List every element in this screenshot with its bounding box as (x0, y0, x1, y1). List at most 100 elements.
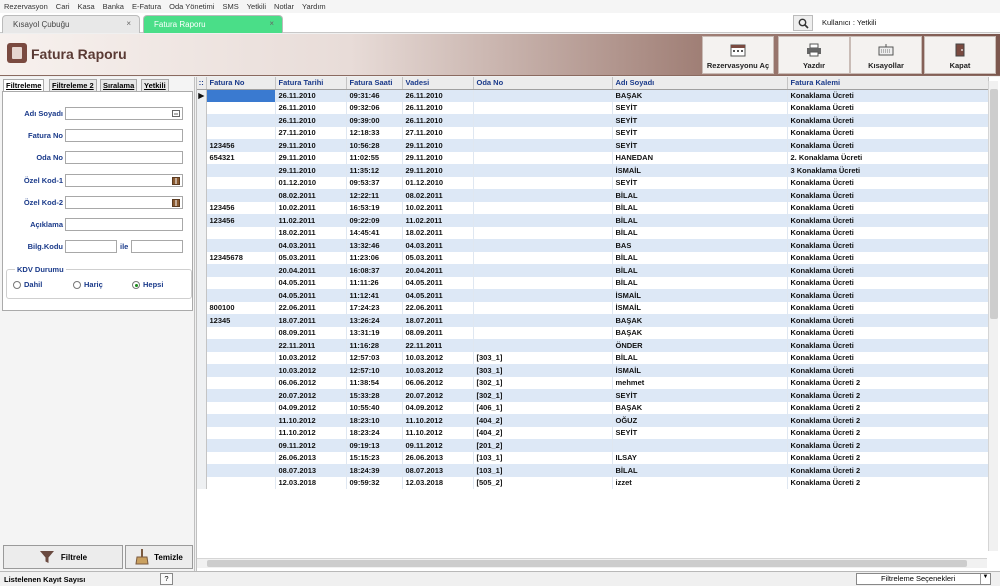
row-indicator[interactable] (197, 264, 207, 277)
table-cell[interactable]: 123456 (206, 139, 276, 152)
tab-siralama[interactable]: Sıralama (100, 79, 138, 91)
table-row[interactable]: 10.03.2012 12:57:03 10.03.2012 [303_1] BİLAL… (197, 351, 989, 364)
kdv-haric-radio[interactable]: Hariç (73, 280, 103, 289)
ozel-kod-1-field[interactable] (65, 174, 183, 187)
table-cell[interactable]: 08.02.2011 (275, 189, 347, 202)
table-cell[interactable]: Konaklama Ücreti (787, 176, 989, 189)
table-cell[interactable]: 26.11.2010 (402, 101, 474, 114)
table-cell[interactable]: 29.11.2010 (275, 164, 347, 177)
table-cell[interactable]: 12345 (206, 314, 276, 327)
table-cell[interactable]: BİLAL (612, 214, 788, 227)
table-cell[interactable] (473, 226, 613, 239)
table-cell[interactable] (473, 126, 613, 139)
table-cell[interactable]: 12:22:11 (346, 189, 403, 202)
table-cell[interactable]: 15:15:23 (346, 451, 403, 464)
table-cell[interactable]: 18:23:24 (346, 426, 403, 439)
table-cell[interactable] (206, 401, 276, 414)
fatura-no-field[interactable] (65, 129, 183, 142)
table-cell[interactable]: 06.06.2012 (402, 376, 474, 389)
table-row[interactable]: 08.07.2013 18:24:39 08.07.2013 [103_1] BİLAL… (197, 464, 989, 477)
row-indicator[interactable] (197, 139, 207, 152)
clear-button[interactable]: Temizle (125, 545, 193, 569)
table-row[interactable]: 12345678 05.03.2011 11:23:06 05.03.2011 BİLA… (197, 251, 989, 264)
menu-rezervasyon[interactable]: Rezervasyon (4, 2, 48, 11)
table-cell[interactable] (473, 239, 613, 252)
table-cell[interactable]: BAS (612, 239, 788, 252)
tab-fatura-raporu[interactable]: Fatura Raporu × (143, 15, 283, 33)
table-cell[interactable] (206, 389, 276, 402)
table-row[interactable]: 10.03.2012 12:57:10 10.03.2012 [303_1] İSMAİ… (197, 364, 989, 377)
table-cell[interactable]: 27.11.2010 (275, 126, 347, 139)
table-cell[interactable]: 11.02.2011 (275, 214, 347, 227)
menu-yetkili[interactable]: Yetkili (247, 2, 266, 11)
table-cell[interactable]: 09:31:46 (346, 89, 403, 102)
table-cell[interactable]: 08.09.2011 (275, 326, 347, 339)
table-cell[interactable]: Konaklama Ücreti (787, 351, 989, 364)
close-icon[interactable]: × (126, 19, 131, 28)
table-cell[interactable]: BAŞAK (612, 89, 788, 102)
table-cell[interactable] (206, 439, 276, 452)
menu-notlar[interactable]: Notlar (274, 2, 294, 11)
table-cell[interactable]: Konaklama Ücreti (787, 101, 989, 114)
table-cell[interactable]: Konaklama Ücreti (787, 364, 989, 377)
table-cell[interactable]: 18.02.2011 (275, 226, 347, 239)
table-cell[interactable]: SEYİT (612, 176, 788, 189)
ozel-kod-2-field[interactable] (65, 196, 183, 209)
horizontal-scrollbar[interactable] (197, 558, 987, 568)
close-icon[interactable]: × (269, 19, 274, 28)
table-cell[interactable]: 11.02.2011 (402, 214, 474, 227)
table-cell[interactable]: 16:53:19 (346, 201, 403, 214)
table-cell[interactable]: 10.02.2011 (402, 201, 474, 214)
table-cell[interactable] (473, 289, 613, 302)
table-cell[interactable] (473, 176, 613, 189)
table-cell[interactable]: BAŞAK (612, 314, 788, 327)
table-cell[interactable]: 09:32:06 (346, 101, 403, 114)
table-cell[interactable]: Konaklama Ücreti 2 (787, 451, 989, 464)
table-cell[interactable]: 11:11:26 (346, 276, 403, 289)
table-cell[interactable]: 12:57:10 (346, 364, 403, 377)
tab-kisayol-cubugu[interactable]: Kısayol Çubuğu × (2, 15, 140, 33)
table-cell[interactable]: 20.07.2012 (275, 389, 347, 402)
table-cell[interactable]: Konaklama Ücreti (787, 326, 989, 339)
table-cell[interactable]: BİLAL (612, 201, 788, 214)
table-cell[interactable]: 18.07.2011 (402, 314, 474, 327)
table-cell[interactable] (473, 189, 613, 202)
table-cell[interactable]: 13:32:46 (346, 239, 403, 252)
row-indicator[interactable] (197, 351, 207, 364)
table-row[interactable]: 123456 29.11.2010 10:56:28 29.11.2010 SEYİT K… (197, 139, 989, 152)
table-row[interactable]: 654321 29.11.2010 11:02:55 29.11.2010 HANEDA… (197, 151, 989, 164)
table-row[interactable]: 04.05.2011 11:11:26 04.05.2011 BİLAL Konakla… (197, 276, 989, 289)
table-row[interactable]: 08.09.2011 13:31:19 08.09.2011 BAŞAK Konakla… (197, 326, 989, 339)
table-cell[interactable]: 29.11.2010 (402, 139, 474, 152)
table-cell[interactable]: 800100 (206, 301, 276, 314)
column-header[interactable]: Adı Soyadı (612, 77, 788, 90)
table-row[interactable]: 12345 18.07.2011 13:26:24 18.07.2011 BAŞAK Ko… (197, 314, 989, 327)
table-cell[interactable]: Konaklama Ücreti 2 (787, 464, 989, 477)
table-cell[interactable]: 26.11.2010 (275, 89, 347, 102)
table-cell[interactable]: BİLAL (612, 464, 788, 477)
row-indicator[interactable] (197, 289, 207, 302)
column-header[interactable]: Fatura No (206, 77, 276, 90)
aciklama-field[interactable] (65, 218, 183, 231)
table-cell[interactable]: 10.02.2011 (275, 201, 347, 214)
table-cell[interactable]: 12345678 (206, 251, 276, 264)
table-cell[interactable]: 20.04.2011 (275, 264, 347, 277)
table-cell[interactable]: [103_1] (473, 451, 613, 464)
table-cell[interactable] (206, 476, 276, 489)
table-cell[interactable]: 11:38:54 (346, 376, 403, 389)
open-reservation-button[interactable]: Rezervasyonu Aç (702, 36, 774, 74)
table-cell[interactable]: [404_2] (473, 426, 613, 439)
table-cell[interactable]: [303_1] (473, 364, 613, 377)
table-cell[interactable]: BAŞAK (612, 401, 788, 414)
vertical-scrollbar[interactable] (988, 81, 998, 551)
row-indicator[interactable] (197, 401, 207, 414)
table-cell[interactable]: ILSAY (612, 451, 788, 464)
table-cell[interactable]: 10.03.2012 (402, 351, 474, 364)
table-cell[interactable]: 26.11.2010 (402, 114, 474, 127)
table-row[interactable]: 29.11.2010 11:35:12 29.11.2010 İSMAİL 3 Kona… (197, 164, 989, 177)
column-header[interactable]: Fatura Kalemi (787, 77, 989, 90)
table-cell[interactable]: 2. Konaklama Ücreti (787, 151, 989, 164)
table-cell[interactable]: BİLAL (612, 226, 788, 239)
table-cell[interactable]: 12.03.2018 (402, 476, 474, 489)
table-cell[interactable]: Konaklama Ücreti (787, 226, 989, 239)
